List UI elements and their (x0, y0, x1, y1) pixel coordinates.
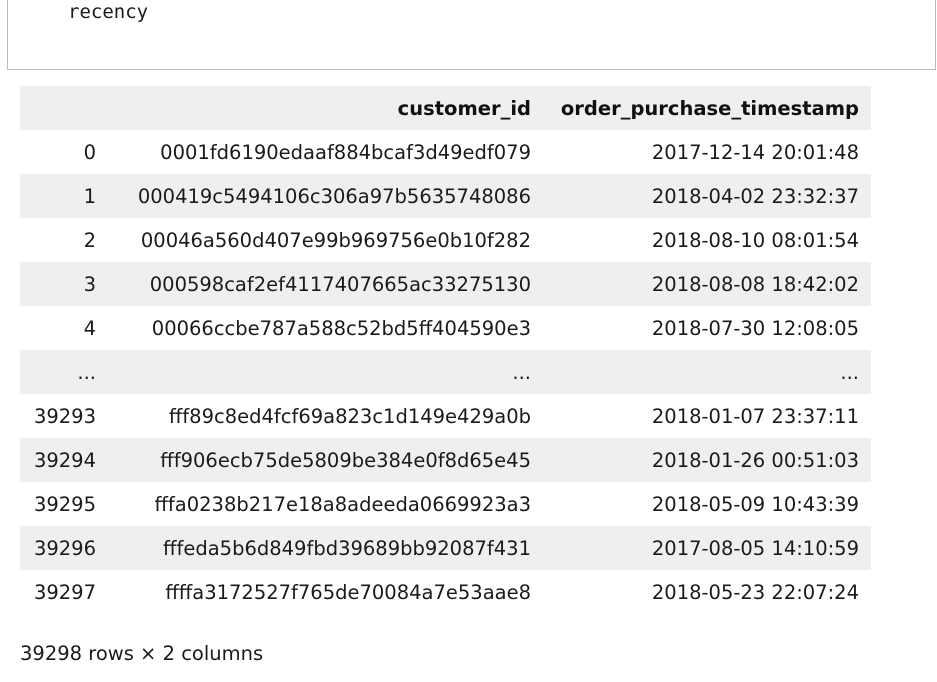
timestamp-cell: 2018-07-30 12:08:05 (543, 306, 871, 350)
timestamp-cell: 2018-01-26 00:51:03 (543, 438, 871, 482)
row-index: 4 (20, 306, 108, 350)
customer-id-cell: fffeda5b6d849fbd39689bb92087f431 (108, 526, 543, 570)
customer-id-column-header: customer_id (108, 86, 543, 130)
timestamp-cell: 2018-08-10 08:01:54 (543, 218, 871, 262)
table-row: 39293 fff89c8ed4fcf69a823c1d149e429a0b 2… (20, 394, 871, 438)
row-index: 2 (20, 218, 108, 262)
row-index: 39296 (20, 526, 108, 570)
timestamp-cell: 2018-05-09 10:43:39 (543, 482, 871, 526)
header-row: customer_id order_purchase_timestamp (20, 86, 871, 130)
row-index: 39294 (20, 438, 108, 482)
table-row: 1 000419c5494106c306a97b5635748086 2018-… (20, 174, 871, 218)
timestamp-cell: 2018-04-02 23:32:37 (543, 174, 871, 218)
table-row: 39294 fff906ecb75de5809be384e0f8d65e45 2… (20, 438, 871, 482)
customer-id-cell: 000419c5494106c306a97b5635748086 (108, 174, 543, 218)
customer-id-cell: 0001fd6190edaaf884bcaf3d49edf079 (108, 130, 543, 174)
timestamp-cell: 2017-12-14 20:01:48 (543, 130, 871, 174)
row-index: 39293 (20, 394, 108, 438)
customer-id-cell: ... (108, 350, 543, 394)
timestamp-cell: 2018-05-23 22:07:24 (543, 570, 871, 614)
row-index: 3 (20, 262, 108, 306)
customer-id-cell: 000598caf2ef4117407665ac33275130 (108, 262, 543, 306)
customer-id-cell: fff906ecb75de5809be384e0f8d65e45 (108, 438, 543, 482)
row-index: ... (20, 350, 108, 394)
timestamp-cell: ... (543, 350, 871, 394)
customer-id-cell: 00066ccbe787a588c52bd5ff404590e3 (108, 306, 543, 350)
table-row: 39297 ffffa3172527f765de70084a7e53aae8 2… (20, 570, 871, 614)
timestamp-cell: 2018-08-08 18:42:02 (543, 262, 871, 306)
row-index: 1 (20, 174, 108, 218)
customer-id-cell: fff89c8ed4fcf69a823c1d149e429a0b (108, 394, 543, 438)
code-cell-input[interactable]: recency (7, 0, 936, 70)
timestamp-cell: 2017-08-05 14:10:59 (543, 526, 871, 570)
customer-id-cell: ffffa3172527f765de70084a7e53aae8 (108, 570, 543, 614)
code-text[interactable]: recency (68, 1, 148, 23)
table-row: 4 00066ccbe787a588c52bd5ff404590e3 2018-… (20, 306, 871, 350)
table-row: 39296 fffeda5b6d849fbd39689bb92087f431 2… (20, 526, 871, 570)
customer-id-cell: 00046a560d407e99b969756e0b10f282 (108, 218, 543, 262)
row-index: 39297 (20, 570, 108, 614)
timestamp-cell: 2018-01-07 23:37:11 (543, 394, 871, 438)
dataframe-body: 0 0001fd6190edaaf884bcaf3d49edf079 2017-… (20, 130, 871, 614)
row-index: 39295 (20, 482, 108, 526)
table-row: 3 000598caf2ef4117407665ac33275130 2018-… (20, 262, 871, 306)
dataframe-shape-summary: 39298 rows × 2 columns (20, 642, 264, 665)
ellipsis-row: ... ... ... (20, 350, 871, 394)
customer-id-cell: fffa0238b217e18a8adeeda0669923a3 (108, 482, 543, 526)
order-purchase-timestamp-column-header: order_purchase_timestamp (543, 86, 871, 130)
dataframe-table: customer_id order_purchase_timestamp 0 0… (20, 86, 871, 614)
table-row: 39295 fffa0238b217e18a8adeeda0669923a3 2… (20, 482, 871, 526)
index-column-header (20, 86, 108, 130)
table-row: 0 0001fd6190edaaf884bcaf3d49edf079 2017-… (20, 130, 871, 174)
dataframe-output: customer_id order_purchase_timestamp 0 0… (20, 86, 871, 614)
dataframe-header: customer_id order_purchase_timestamp (20, 86, 871, 130)
row-index: 0 (20, 130, 108, 174)
table-row: 2 00046a560d407e99b969756e0b10f282 2018-… (20, 218, 871, 262)
